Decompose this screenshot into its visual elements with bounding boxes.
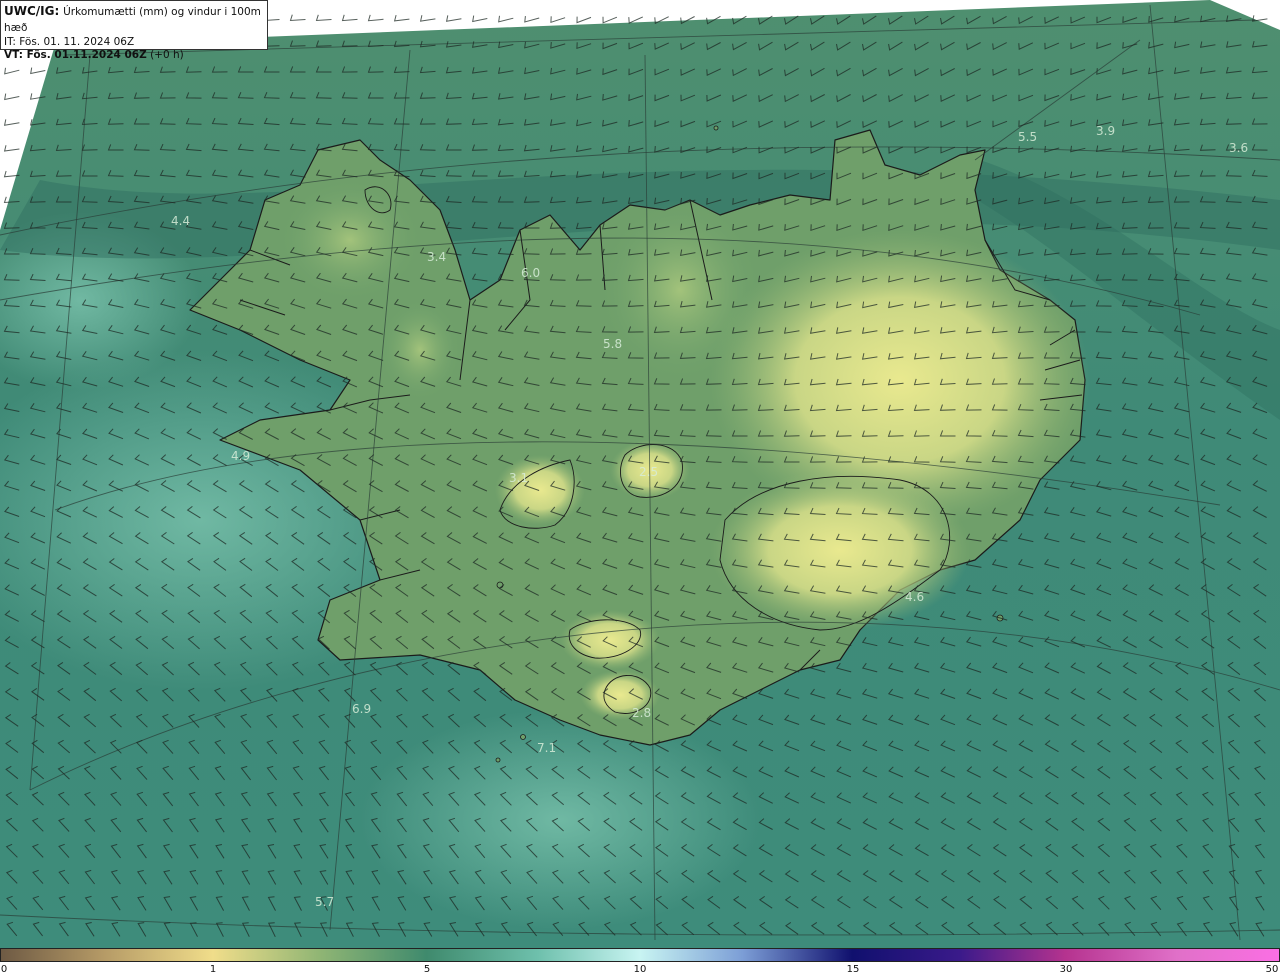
- valid-time-label: VT: Fös. 01.11.2024 06Z: [4, 49, 147, 61]
- colorbar-tick: 0: [0, 964, 8, 975]
- value-label: 6.9: [352, 702, 371, 716]
- value-label: 7.1: [537, 741, 556, 755]
- value-label: 3.1: [509, 471, 528, 485]
- map-header: UWC/IG: Úrkomumætti (mm) og vindur i 100…: [0, 0, 268, 61]
- colorbar-tick: 15: [846, 964, 860, 975]
- value-label: 4.4: [171, 214, 190, 228]
- value-label: 3.9: [1096, 124, 1115, 138]
- colorbar-tick: 10: [633, 964, 647, 975]
- colorbar-tick: 30: [1059, 964, 1073, 975]
- value-label: 5.5: [1018, 130, 1037, 144]
- value-label: 3.4: [427, 250, 446, 264]
- colorbar: [0, 948, 1280, 962]
- value-label: 5.7: [315, 895, 334, 909]
- value-label: 2.8: [632, 706, 651, 720]
- colorbar-tick: 5: [423, 964, 431, 975]
- value-label: 6.0: [521, 266, 540, 280]
- product-code: UWC/IG:: [4, 4, 60, 18]
- valid-time: VT: Fös. 01.11.2024 06Z (+0 h): [4, 49, 264, 62]
- lead-time: (+0 h): [150, 49, 184, 61]
- value-label: 2.5: [639, 465, 658, 479]
- value-label: 5.8: [603, 337, 622, 351]
- colorbar-tick: 50: [1265, 964, 1279, 975]
- value-label: 3.6: [1229, 141, 1248, 155]
- colorbar-labels: 0 1 5 10 15 30 50: [0, 962, 1280, 978]
- map-title: UWC/IG: Úrkomumætti (mm) og vindur i 100…: [4, 4, 264, 36]
- colorbar-tick: 1: [209, 964, 217, 975]
- init-time: IT: Fös. 01. 11. 2024 06Z: [4, 36, 135, 48]
- value-label: 4.9: [231, 449, 250, 463]
- precipitation-map: 5.5 3.9 3.6 4.4 3.4 6.0 5.8 4.9 3.1 2.5 …: [0, 0, 1280, 948]
- value-label: 4.6: [905, 590, 924, 604]
